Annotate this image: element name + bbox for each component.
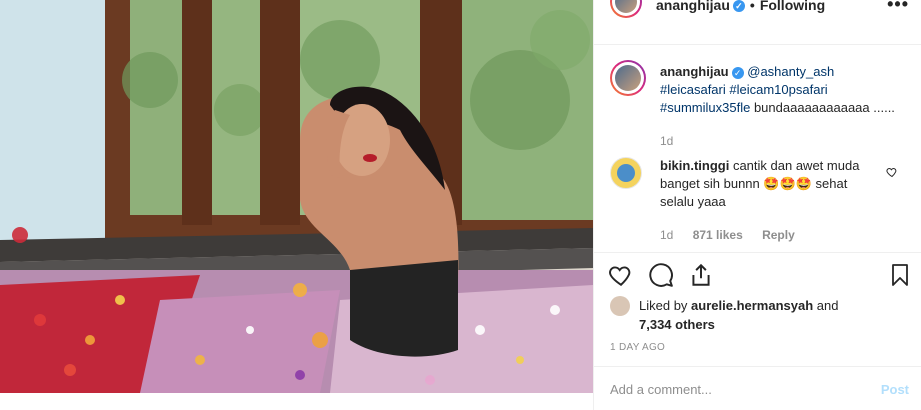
verified-badge-icon: ✓: [731, 66, 744, 79]
comment-like-heart-icon[interactable]: [886, 166, 898, 178]
action-bar: [594, 262, 921, 292]
comment-likes-count[interactable]: 871 likes: [693, 228, 743, 242]
caption-time[interactable]: 1d: [660, 134, 673, 148]
caption-body: bundaaaaaaaaaaaa ......: [753, 100, 895, 115]
hashtag-link[interactable]: #summilux35fle: [660, 100, 750, 115]
liker-username[interactable]: aurelie.hermansyah: [691, 298, 813, 313]
likes-summary: Liked by aurelie.hermansyah and 7,334 ot…: [610, 296, 910, 336]
likes-and: and: [816, 298, 839, 313]
bookmark-icon[interactable]: [888, 262, 912, 288]
comment-meta: 1d 871 likes Reply: [660, 228, 811, 242]
comment-box-divider: [594, 366, 921, 367]
header-divider: [594, 44, 921, 45]
comment-username[interactable]: bikin.tinggi: [660, 158, 729, 173]
more-options-icon[interactable]: •••: [887, 0, 909, 15]
actions-divider: [594, 252, 921, 253]
hashtag-link[interactable]: #leicasafari: [660, 82, 726, 97]
bath-photo-image: [0, 0, 593, 393]
hashtag-link[interactable]: #leicam10psafari: [729, 82, 827, 97]
caption-username[interactable]: ananghijau: [660, 64, 729, 79]
liker-avatar[interactable]: [610, 296, 630, 316]
post-side-panel: ananghijau ✓ • Following ••• ananghijau ✓ @a…: [594, 0, 921, 410]
likes-others-link[interactable]: 7,334 others: [639, 317, 715, 332]
header-username[interactable]: ananghijau: [656, 0, 730, 13]
commenter-avatar[interactable]: [610, 157, 642, 189]
heart-icon[interactable]: [608, 262, 634, 288]
verified-badge-icon: ✓: [732, 0, 745, 13]
header-user-block: ananghijau ✓ • Following: [656, 0, 825, 13]
liked-by-prefix: Liked by: [639, 298, 688, 313]
following-button[interactable]: Following: [760, 0, 825, 13]
caption-avatar[interactable]: [610, 60, 646, 96]
author-avatar[interactable]: [610, 0, 642, 18]
caption-text: ananghijau ✓ @ashanty_ash #leicasafari #l…: [660, 63, 910, 117]
reply-button[interactable]: Reply: [762, 228, 795, 242]
caption-mention-link[interactable]: @ashanty_ash: [747, 64, 834, 79]
header-separator: •: [749, 0, 755, 13]
post-photo[interactable]: [0, 0, 593, 393]
comment-icon[interactable]: [648, 262, 674, 288]
post-timestamp[interactable]: 1 DAY AGO: [610, 342, 665, 353]
post-header: ananghijau ✓ • Following •••: [594, 0, 921, 18]
post-comment-button[interactable]: Post: [881, 382, 909, 397]
add-comment-input[interactable]: Add a comment...: [610, 382, 712, 397]
likes-text: Liked by aurelie.hermansyah and 7,334 ot…: [639, 296, 889, 334]
comment-time[interactable]: 1d: [660, 228, 673, 242]
share-icon[interactable]: [688, 262, 714, 288]
comment-item: bikin.tinggi cantik dan awet muda banget…: [660, 157, 870, 211]
